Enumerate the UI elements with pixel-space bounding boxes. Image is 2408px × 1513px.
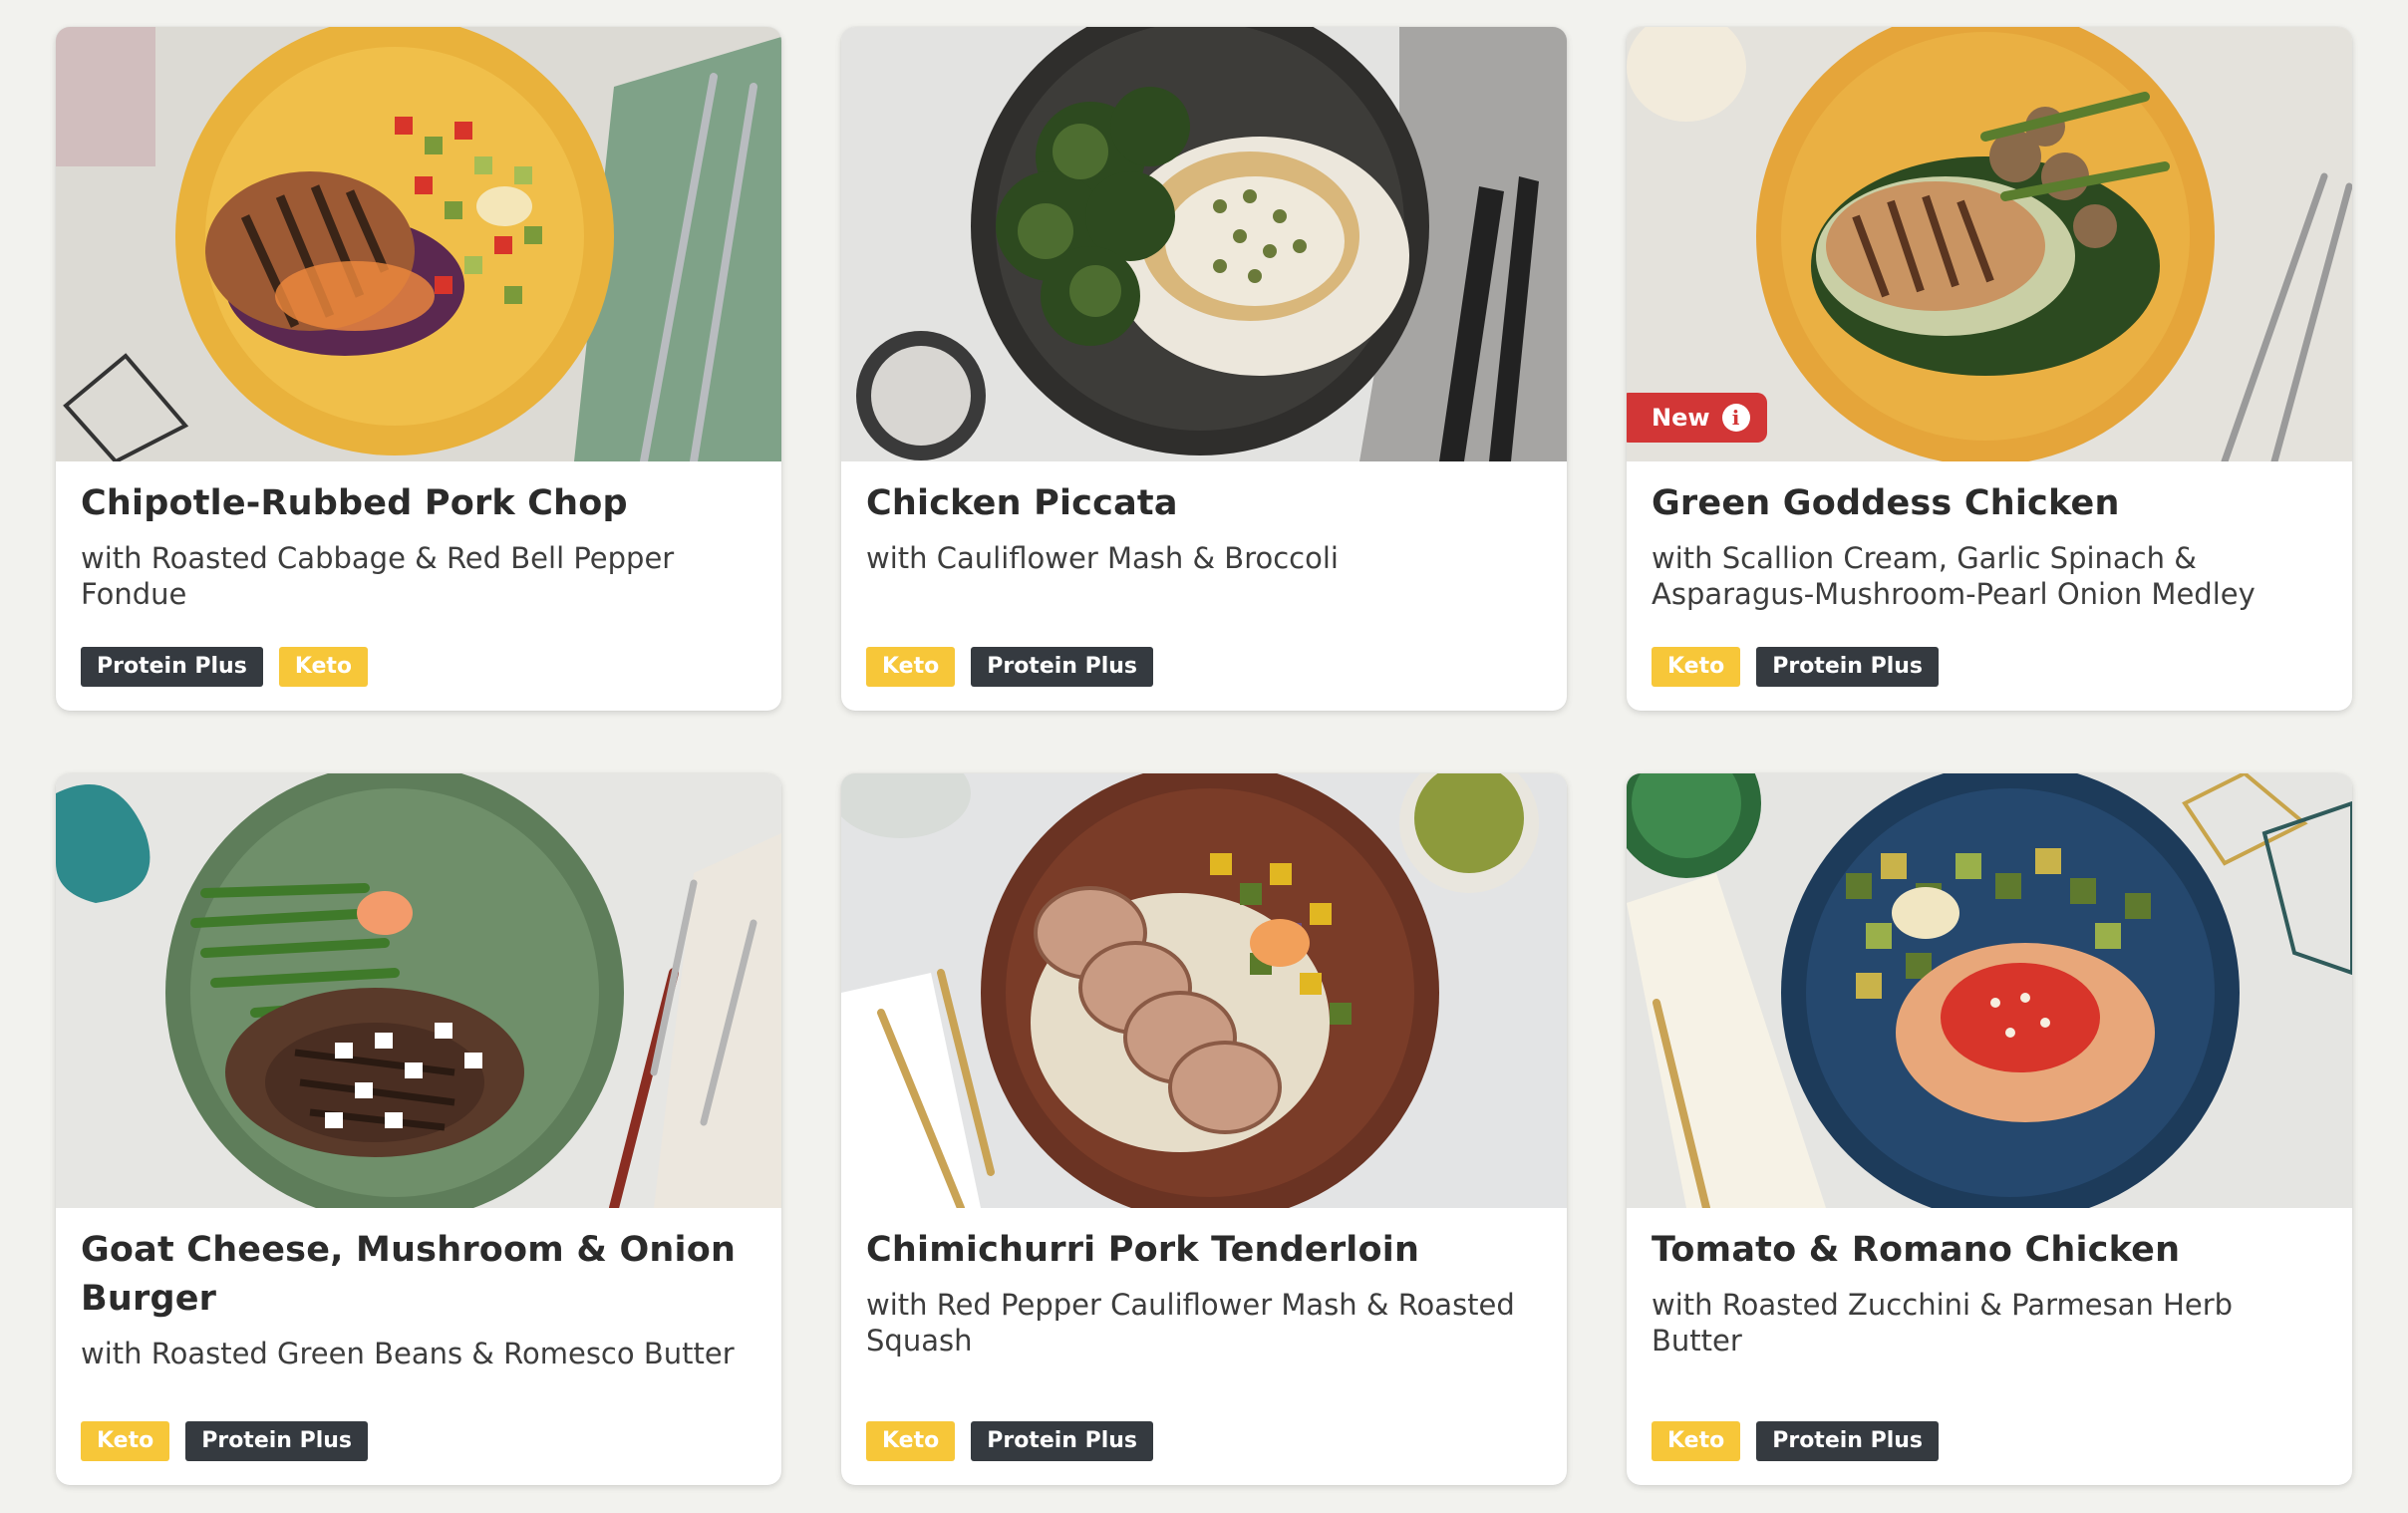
info-icon[interactable]: i xyxy=(1721,404,1750,432)
recipe-photo[interactable] xyxy=(56,773,781,1208)
recipe-title[interactable]: Goat Cheese, Mushroom & Onion Burger xyxy=(81,1226,756,1324)
recipe-card-chimichurri-pork-tenderloin[interactable]: Chimichurri Pork Tenderloin with Red Pep… xyxy=(841,773,1567,1485)
card-body: Chicken Piccata with Cauliflower Mash & … xyxy=(841,461,1567,576)
card-body: Chimichurri Pork Tenderloin with Red Pep… xyxy=(841,1208,1567,1359)
recipe-subtitle: with Cauliflower Mash & Broccoli xyxy=(866,541,1339,575)
new-badge-label: New xyxy=(1652,404,1710,432)
recipe-subtitle: with Red Pepper Cauliflower Mash & Roast… xyxy=(866,1288,1515,1358)
tag-protein-plus: Protein Plus xyxy=(1756,1421,1940,1461)
card-body: Tomato & Romano Chicken with Roasted Zuc… xyxy=(1627,1208,2352,1359)
recipe-photo-illustration xyxy=(56,27,781,461)
recipe-tags: Keto Protein Plus xyxy=(866,1421,1154,1461)
recipe-card-green-goddess-chicken[interactable]: New i Green Goddess Chicken with Scallio… xyxy=(1627,27,2352,711)
new-badge[interactable]: New i xyxy=(1627,393,1767,443)
recipe-photo[interactable] xyxy=(1627,773,2352,1208)
recipe-tags: Keto Protein Plus xyxy=(1652,647,1940,687)
recipe-title[interactable]: Chicken Piccata xyxy=(866,479,1542,528)
recipe-photo-illustration xyxy=(841,773,1567,1208)
recipe-card-chipotle-pork-chop[interactable]: Chipotle-Rubbed Pork Chop with Roasted C… xyxy=(56,27,781,711)
recipe-title[interactable]: Tomato & Romano Chicken xyxy=(1652,1226,2327,1275)
recipe-tags: Keto Protein Plus xyxy=(866,647,1154,687)
recipe-tags: Keto Protein Plus xyxy=(81,1421,369,1461)
recipe-title[interactable]: Chipotle-Rubbed Pork Chop xyxy=(81,479,756,528)
recipe-tags: Protein Plus Keto xyxy=(81,647,369,687)
recipe-title[interactable]: Green Goddess Chicken xyxy=(1652,479,2327,528)
tag-keto: Keto xyxy=(278,647,369,687)
recipe-photo-illustration xyxy=(56,773,781,1208)
recipe-photo[interactable] xyxy=(56,27,781,461)
recipe-subtitle: with Scallion Cream, Garlic Spinach & As… xyxy=(1652,541,2256,611)
recipe-card-tomato-romano-chicken[interactable]: Tomato & Romano Chicken with Roasted Zuc… xyxy=(1627,773,2352,1485)
card-body: Chipotle-Rubbed Pork Chop with Roasted C… xyxy=(56,461,781,612)
card-body: Goat Cheese, Mushroom & Onion Burger wit… xyxy=(56,1208,781,1371)
recipe-card-goat-cheese-burger[interactable]: Goat Cheese, Mushroom & Onion Burger wit… xyxy=(56,773,781,1485)
tag-protein-plus: Protein Plus xyxy=(971,1421,1154,1461)
recipe-subtitle: with Roasted Green Beans & Romesco Butte… xyxy=(81,1337,735,1370)
recipe-tags: Keto Protein Plus xyxy=(1652,1421,1940,1461)
tag-protein-plus: Protein Plus xyxy=(1756,647,1940,687)
recipe-subtitle: with Roasted Cabbage & Red Bell Pepper F… xyxy=(81,541,675,611)
tag-keto: Keto xyxy=(1652,647,1741,687)
card-body: Green Goddess Chicken with Scallion Crea… xyxy=(1627,461,2352,612)
tag-protein-plus: Protein Plus xyxy=(81,647,263,687)
tag-keto: Keto xyxy=(1652,1421,1741,1461)
tag-protein-plus: Protein Plus xyxy=(971,647,1154,687)
recipe-title[interactable]: Chimichurri Pork Tenderloin xyxy=(866,1226,1542,1275)
tag-protein-plus: Protein Plus xyxy=(185,1421,369,1461)
recipe-grid: Chipotle-Rubbed Pork Chop with Roasted C… xyxy=(56,27,2352,1485)
recipe-card-chicken-piccata[interactable]: Chicken Piccata with Cauliflower Mash & … xyxy=(841,27,1567,711)
tag-keto: Keto xyxy=(81,1421,170,1461)
recipe-photo[interactable] xyxy=(841,773,1567,1208)
tag-keto: Keto xyxy=(866,1421,956,1461)
tag-keto: Keto xyxy=(866,647,956,687)
recipe-photo[interactable] xyxy=(841,27,1567,461)
recipe-photo-illustration xyxy=(1627,773,2352,1208)
recipe-subtitle: with Roasted Zucchini & Parmesan Herb Bu… xyxy=(1652,1288,2234,1358)
recipe-photo-illustration xyxy=(841,27,1567,461)
